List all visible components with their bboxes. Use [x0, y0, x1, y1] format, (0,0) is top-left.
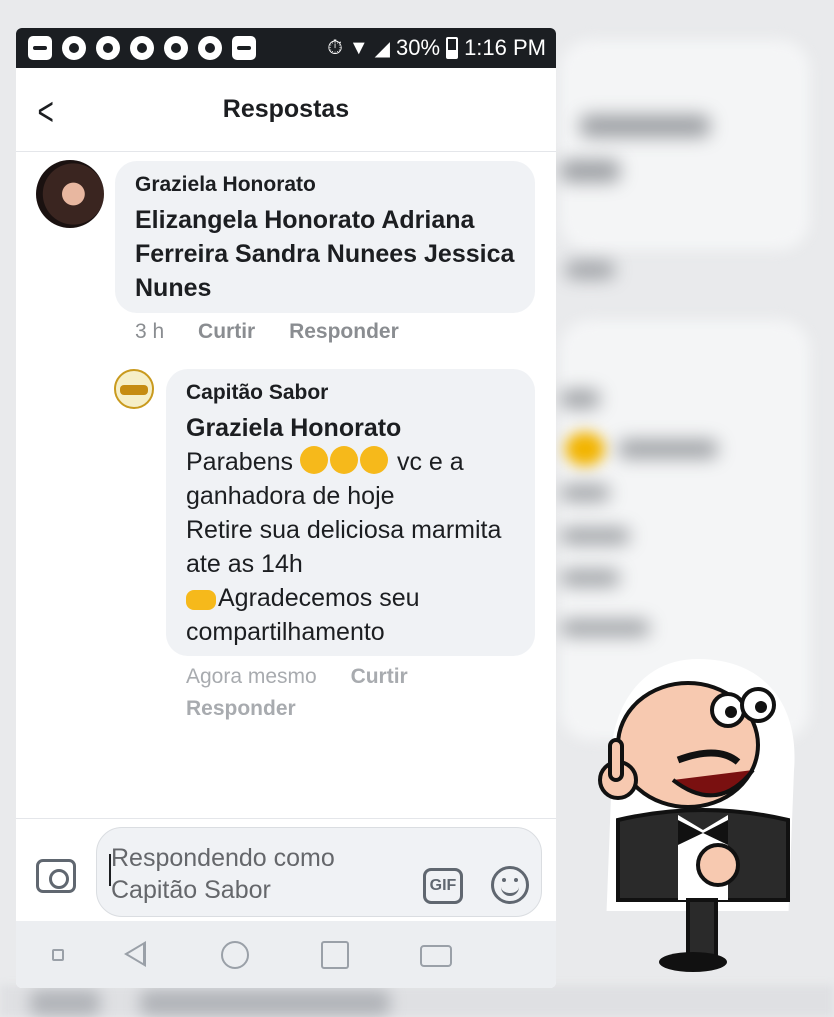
clock: 1:16 PM	[464, 35, 546, 60]
comment-text: Agradecemos seu compartilhamento	[186, 584, 420, 646]
background-text	[618, 440, 718, 458]
nav-switch-icon[interactable]	[420, 945, 452, 967]
background-text	[30, 990, 100, 1016]
clapping-hands-emoji	[329, 446, 358, 474]
camera-icon[interactable]	[36, 859, 76, 893]
comment-author[interactable]: Graziela Honorato	[135, 173, 515, 197]
clapping-hands-emoji	[359, 446, 388, 474]
reply-composer: Respondendo como Capitão Sabor GIF	[16, 818, 556, 918]
signal-icon: ◢	[374, 37, 391, 60]
avatar[interactable]	[114, 369, 154, 409]
message-icon	[28, 36, 52, 60]
nav-home-icon[interactable]	[221, 941, 249, 969]
wifi-icon: ▼	[348, 36, 369, 59]
comment-mention[interactable]: Graziela Honorato	[186, 414, 401, 442]
chrome-icon	[96, 36, 120, 60]
reply-placeholder: Respondendo como Capitão Sabor	[111, 844, 335, 904]
chrome-icon	[130, 36, 154, 60]
comment-meta: Agora mesmo Curtir Responder	[186, 661, 526, 725]
gif-icon[interactable]: GIF	[423, 868, 463, 904]
comment-text: Parabens	[186, 448, 294, 476]
background-text	[560, 570, 620, 586]
reply-button[interactable]: Responder	[289, 320, 399, 343]
comment-time: Agora mesmo	[186, 665, 317, 688]
background-text	[560, 160, 620, 182]
comment-bubble: Capitão Sabor Graziela Honorato Parabens…	[166, 369, 535, 656]
comment-text: Elizangela Honorato Adriana Ferreira San…	[135, 206, 515, 302]
nav-recent-icon[interactable]	[321, 941, 349, 969]
mascot-logo	[598, 658, 795, 972]
comment-text: Retire sua deliciosa marmita ate as 14h	[186, 516, 502, 578]
comment-bubble: Graziela Honorato Elizangela Honorato Ad…	[115, 161, 535, 313]
back-button[interactable]: <	[38, 92, 54, 132]
nav-back-icon[interactable]	[124, 941, 146, 967]
comment-author[interactable]: Capitão Sabor	[186, 381, 515, 405]
network-icon	[232, 36, 256, 60]
phone-screen: ⏱ ▼ ◢ 30% 1:16 PM < Respostas Graziela H…	[16, 28, 556, 988]
background-text	[140, 990, 390, 1016]
reply-button[interactable]: Responder	[186, 697, 296, 720]
background-text	[580, 115, 710, 137]
smiley-icon[interactable]	[491, 866, 529, 904]
background-text	[560, 485, 610, 501]
navigation-bar	[16, 921, 556, 988]
comment-time: 3 h	[135, 320, 165, 343]
background-text	[560, 390, 600, 408]
background-text	[565, 262, 615, 278]
battery-icon	[446, 37, 459, 59]
status-bar: ⏱ ▼ ◢ 30% 1:16 PM	[16, 28, 556, 68]
pointing-right-emoji	[186, 590, 216, 610]
menu-dot-icon[interactable]	[52, 949, 64, 961]
like-button[interactable]: Curtir	[351, 665, 408, 688]
page-header: < Respostas	[16, 68, 556, 152]
background-text	[560, 620, 650, 636]
battery-percent: 30%	[396, 35, 441, 60]
background-emoji	[565, 432, 605, 466]
reply-input[interactable]: Respondendo como Capitão Sabor GIF	[96, 827, 542, 917]
page-title: Respostas	[222, 95, 350, 123]
avatar[interactable]	[36, 160, 104, 228]
notification-icon	[62, 36, 86, 60]
clapping-hands-emoji	[299, 446, 328, 474]
comment-meta: 3 h Curtir Responder	[135, 320, 427, 344]
alarm-icon: ⏱	[327, 36, 343, 59]
chrome-icon	[198, 36, 222, 60]
like-button[interactable]: Curtir	[198, 320, 255, 343]
chrome-icon	[164, 36, 188, 60]
background-text	[560, 528, 630, 544]
background-card	[560, 40, 810, 250]
